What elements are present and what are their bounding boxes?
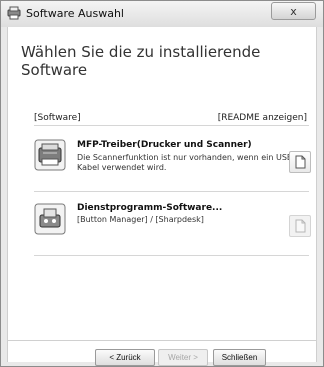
readme-column-header: [README anzeigen] (217, 113, 307, 123)
window-close-button[interactable]: x (271, 2, 316, 20)
item-description: [Button Manager] / [Sharpdesk] (77, 215, 204, 224)
item-divider (34, 191, 309, 192)
footer-divider (7, 340, 317, 341)
close-icon: x (290, 4, 297, 18)
close-button[interactable]: Schließen (213, 349, 266, 366)
software-app-icon (6, 5, 22, 21)
item-title[interactable]: MFP-Treiber(Drucker und Scanner) (77, 140, 252, 150)
software-column-header: [Software] (34, 113, 81, 123)
document-icon (295, 155, 306, 169)
title-bar: Software Auswahl x (1, 1, 323, 27)
readme-button-utility[interactable] (289, 215, 311, 237)
printer-scanner-icon[interactable] (34, 139, 66, 171)
item-title[interactable]: Dienstprogramm-Software... (77, 203, 222, 213)
installer-window: Software Auswahl x Wählen Sie die zu ins… (0, 0, 324, 367)
header-divider (34, 125, 309, 126)
utility-software-icon[interactable] (34, 203, 66, 235)
readme-button-mfp[interactable] (289, 151, 311, 173)
document-icon (295, 219, 306, 233)
back-button[interactable]: < Zurück (95, 349, 155, 366)
next-button[interactable]: Weiter > (158, 349, 208, 366)
item-divider (34, 255, 309, 256)
window-title: Software Auswahl (26, 7, 124, 20)
item-description: Die Scannerfunktion ist nur vorhanden, w… (77, 153, 296, 172)
page-heading: Wählen Sie die zu installierende Softwar… (21, 43, 261, 79)
